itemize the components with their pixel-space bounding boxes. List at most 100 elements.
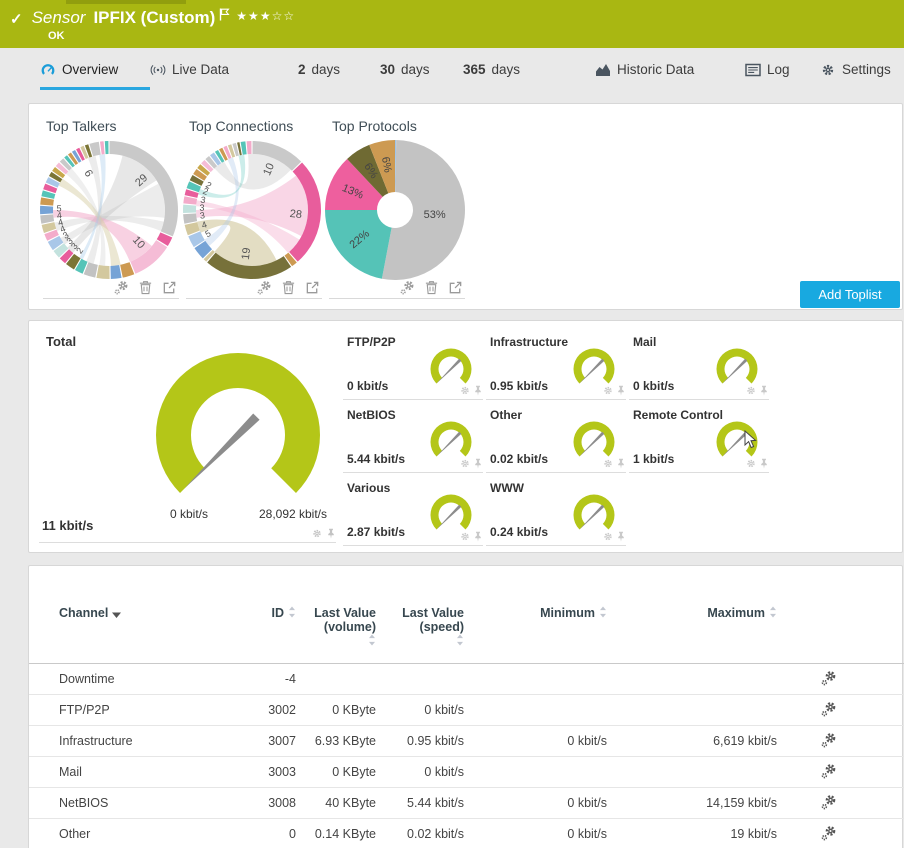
pin-icon[interactable]: [473, 529, 483, 542]
gauge-cell-tools: [746, 456, 769, 469]
column-header-id[interactable]: ID: [234, 596, 296, 665]
open-external-icon[interactable]: [305, 280, 320, 295]
channel-name: NetBIOS: [29, 787, 234, 820]
flag-icon[interactable]: [219, 8, 230, 26]
settings-gears-icon[interactable]: [821, 763, 837, 779]
pin-icon[interactable]: [616, 529, 626, 542]
pin-icon[interactable]: [326, 526, 336, 539]
toplist-toolbar: [257, 280, 320, 295]
pin-icon[interactable]: [616, 456, 626, 469]
sort-icon: [599, 606, 607, 621]
channel-value: 0.02 kbit/s: [376, 818, 464, 848]
column-header-channel[interactable]: Channel: [29, 596, 234, 665]
gauge-cell-divider: [486, 399, 626, 400]
total-gauge-min: 0 kbit/s: [169, 507, 208, 521]
svg-text:5: 5: [56, 203, 61, 213]
settings-gears-icon[interactable]: [821, 701, 837, 717]
channel-name: Mail: [29, 756, 234, 789]
pin-icon[interactable]: [759, 383, 769, 396]
channel-value: 0 KByte: [296, 694, 376, 727]
channel-settings-cell: [777, 756, 904, 789]
gauge-cell-tools: [603, 456, 626, 469]
column-label: Last Value (speed): [402, 606, 464, 634]
tab-label: days: [311, 62, 341, 77]
column-header-last-value-speed-[interactable]: Last Value (speed): [376, 596, 464, 665]
sort-icon: [368, 634, 376, 649]
log-icon: [745, 63, 761, 77]
pin-icon[interactable]: [759, 456, 769, 469]
sensor-kind-label: Sensor: [31, 8, 86, 27]
gauge-cell-divider: [486, 472, 626, 473]
column-label: Minimum: [540, 606, 595, 620]
chord-diagram[interactable]: 10 28 19 2 2 3 3 3 4 5: [182, 140, 322, 280]
gauge-cell-divider: [343, 472, 483, 473]
tab-overview[interactable]: Overview: [40, 62, 118, 77]
toplist-cell-top-connections: Top Connections 10 28 19 2 2 3 3 3 4 5: [182, 104, 322, 300]
tab-label: days: [491, 62, 521, 77]
channel-settings-cell: [777, 725, 904, 758]
chord-diagram[interactable]: 29 10 6 2 3 3 3 4 4 4 5: [39, 140, 179, 280]
settings-gears-icon[interactable]: [821, 794, 837, 810]
sensor-header: ✓ Sensor IPFIX (Custom) ★★★☆☆ OK: [0, 0, 904, 48]
channel-value: 0 kbit/s: [464, 787, 607, 820]
settings-gears-icon[interactable]: [821, 670, 837, 686]
column-header-maximum[interactable]: Maximum: [607, 596, 777, 665]
gear-icon[interactable]: [746, 456, 756, 468]
gauge-value: 2.87 kbit/s: [347, 525, 406, 539]
gauges-panel: Total 0 kbit/s 28,092 kbit/s 11 kbit/s F…: [28, 320, 903, 553]
settings-gears-icon[interactable]: [821, 825, 837, 841]
tab-days[interactable]: 30 days: [380, 62, 430, 77]
priority-stars[interactable]: ★★★☆☆: [236, 9, 295, 23]
pin-icon[interactable]: [473, 456, 483, 469]
gauge-cell-divider: [343, 399, 483, 400]
tab-prefix: 365: [463, 62, 486, 77]
gauge-cell-remote-control: Remote Control 1 kbit/s: [629, 406, 769, 473]
trash-icon[interactable]: [424, 280, 439, 295]
channel-value: 0 kbit/s: [464, 818, 607, 848]
gear-icon[interactable]: [603, 529, 613, 541]
gear-icon[interactable]: [746, 383, 756, 395]
status-check-icon: ✓: [10, 11, 23, 28]
toplist-toolbar: [400, 280, 463, 295]
tab-settings[interactable]: Settings: [820, 62, 891, 77]
toplist-divider: [43, 298, 179, 299]
sort-icon: [456, 634, 464, 649]
channel-value: 6,619 kbit/s: [607, 725, 777, 758]
gear-icon[interactable]: [312, 526, 322, 538]
settings-gears-icon[interactable]: [114, 280, 129, 295]
column-header-minimum[interactable]: Minimum: [464, 596, 607, 665]
gauge-value: 0 kbit/s: [633, 379, 675, 393]
settings-gears-icon[interactable]: [400, 280, 415, 295]
gauge-icon: [40, 63, 56, 77]
gauge-cell-various: Various 2.87 kbit/s: [343, 479, 483, 546]
open-external-icon[interactable]: [162, 280, 177, 295]
channel-value: [464, 663, 607, 696]
pin-icon[interactable]: [473, 383, 483, 396]
tab-label: Overview: [62, 62, 119, 77]
tab-days[interactable]: 365 days: [463, 62, 520, 77]
gear-icon[interactable]: [603, 383, 613, 395]
tab-days[interactable]: 2 days: [298, 62, 340, 77]
gear-icon[interactable]: [460, 529, 470, 541]
svg-text:5: 5: [203, 228, 212, 239]
gauge-label: Various: [347, 481, 391, 495]
gear-icon[interactable]: [460, 383, 470, 395]
column-header-last-value-volume-[interactable]: Last Value (volume): [296, 596, 376, 665]
tab-log[interactable]: Log: [745, 62, 790, 77]
pin-icon[interactable]: [616, 383, 626, 396]
open-external-icon[interactable]: [448, 280, 463, 295]
gauge-cell-www: WWW 0.24 kbit/s: [486, 479, 626, 546]
protocols-donut-chart[interactable]: 53% 22% 13% 6% 6%: [325, 139, 465, 280]
sensor-name: IPFIX (Custom): [93, 8, 216, 27]
gauge-label: WWW: [490, 481, 524, 495]
tab-historic-data[interactable]: Historic Data: [595, 62, 694, 77]
trash-icon[interactable]: [138, 280, 153, 295]
tab-live-data[interactable]: Live Data: [150, 62, 229, 77]
gear-icon[interactable]: [460, 456, 470, 468]
trash-icon[interactable]: [281, 280, 296, 295]
add-toplist-button[interactable]: Add Toplist: [800, 281, 900, 308]
settings-gears-icon[interactable]: [821, 732, 837, 748]
gauge-cell-tools: [603, 529, 626, 542]
gear-icon[interactable]: [603, 456, 613, 468]
settings-gears-icon[interactable]: [257, 280, 272, 295]
